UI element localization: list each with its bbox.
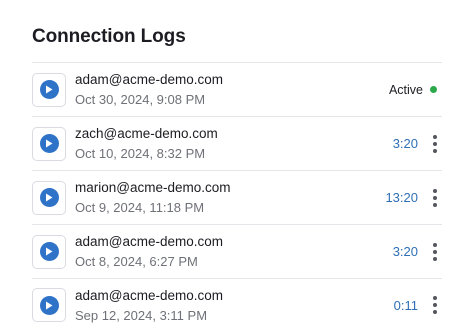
log-email: zach@acme-demo.com [75, 126, 218, 141]
log-status: Active [389, 63, 442, 116]
more-vertical-icon[interactable] [432, 296, 438, 314]
status-dot-icon [430, 86, 437, 93]
log-info: zach@acme-demo.com Oct 10, 2024, 8:32 PM [75, 125, 218, 162]
play-button[interactable] [32, 288, 66, 322]
connection-log-list: adam@acme-demo.com Oct 30, 2024, 9:08 PM… [32, 62, 442, 331]
play-button[interactable] [32, 72, 66, 107]
play-icon [39, 134, 59, 153]
connection-logs-panel: Connection Logs adam@acme-demo.com Oct 3… [0, 0, 474, 331]
play-button[interactable] [32, 126, 66, 161]
log-info: adam@acme-demo.com Oct 8, 2024, 6:27 PM [75, 233, 223, 270]
log-info: adam@acme-demo.com Sep 12, 2024, 3:11 PM [75, 287, 223, 324]
log-date: Sep 12, 2024, 3:11 PM [75, 307, 208, 323]
log-email: adam@acme-demo.com [75, 234, 224, 249]
log-info: adam@acme-demo.com Oct 30, 2024, 9:08 PM [75, 71, 223, 108]
log-info: marion@acme-demo.com Oct 9, 2024, 11:18 … [75, 179, 231, 216]
more-vertical-icon[interactable] [432, 188, 438, 207]
list-item[interactable]: adam@acme-demo.com Oct 8, 2024, 6:27 PM … [32, 224, 442, 278]
log-date: Oct 10, 2024, 8:32 PM [75, 146, 206, 161]
play-icon [39, 80, 59, 99]
log-duration: 13:20 [385, 190, 418, 205]
log-actions: 3:20 [393, 117, 442, 170]
log-date: Oct 8, 2024, 6:27 PM [75, 254, 198, 269]
log-email: adam@acme-demo.com [75, 287, 224, 303]
log-date: Oct 30, 2024, 9:08 PM [75, 92, 206, 107]
play-icon [39, 188, 59, 207]
log-actions: 0:11 [394, 279, 442, 331]
list-item[interactable]: adam@acme-demo.com Sep 12, 2024, 3:11 PM… [32, 278, 442, 331]
log-actions: 13:20 [385, 171, 442, 224]
page-title: Connection Logs [32, 26, 186, 47]
log-duration: 0:11 [393, 297, 418, 313]
list-item[interactable]: zach@acme-demo.com Oct 10, 2024, 8:32 PM… [32, 116, 442, 170]
log-duration: 3:20 [392, 244, 418, 259]
play-icon [39, 295, 59, 315]
list-item[interactable]: adam@acme-demo.com Oct 30, 2024, 9:08 PM… [32, 62, 442, 116]
log-duration: 3:20 [392, 136, 418, 151]
more-vertical-icon[interactable] [432, 134, 438, 153]
status-label: Active [388, 82, 423, 97]
play-icon [39, 242, 59, 261]
play-button[interactable] [32, 180, 66, 215]
log-date: Oct 9, 2024, 11:18 PM [75, 200, 205, 215]
more-vertical-icon[interactable] [432, 242, 438, 261]
log-email: marion@acme-demo.com [75, 180, 231, 195]
play-button[interactable] [32, 234, 66, 269]
log-actions: 3:20 [393, 225, 442, 278]
log-email: adam@acme-demo.com [75, 72, 224, 87]
list-item[interactable]: marion@acme-demo.com Oct 9, 2024, 11:18 … [32, 170, 442, 224]
